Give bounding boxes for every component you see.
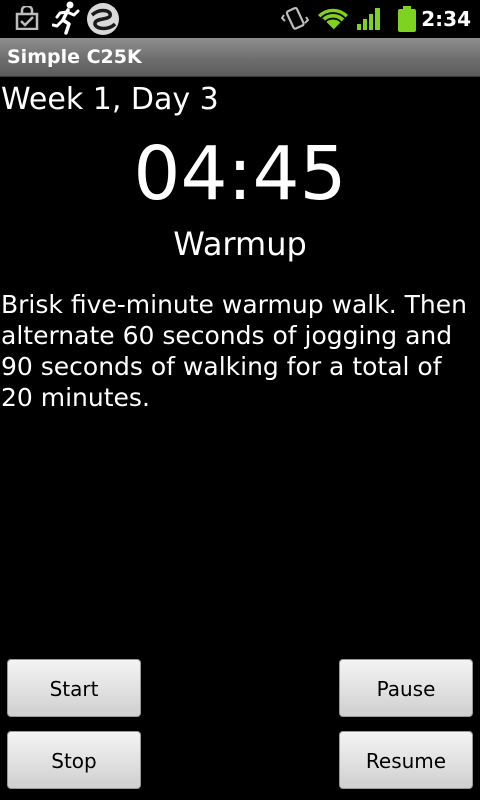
start-button[interactable]: Start [7, 659, 141, 717]
week-day-label: Week 1, Day 3 [1, 82, 219, 117]
countdown-timer: 04:45 [133, 131, 347, 217]
status-time: 2:34 [421, 7, 471, 31]
resume-button[interactable]: Resume [339, 731, 473, 789]
status-bar: 2:34 [0, 0, 480, 38]
app-screen: 2:34 Simple C25K Week 1, Day 3 04:45 War… [0, 0, 480, 800]
shopping-bag-icon [14, 4, 40, 34]
vibrate-icon [280, 6, 310, 36]
pause-button[interactable]: Pause [339, 659, 473, 717]
workout-description: Brisk five-minute warmup walk. Then alte… [1, 290, 467, 412]
app-title: Simple C25K [7, 46, 142, 68]
stop-button[interactable]: Stop [7, 731, 141, 789]
battery-icon [396, 5, 418, 37]
app-title-bar: Simple C25K [0, 38, 480, 77]
signal-icon [356, 6, 382, 36]
phase-label: Warmup [173, 225, 307, 263]
wifi-icon [316, 6, 350, 36]
runner-icon [51, 1, 80, 39]
swirl-app-icon [86, 2, 120, 40]
